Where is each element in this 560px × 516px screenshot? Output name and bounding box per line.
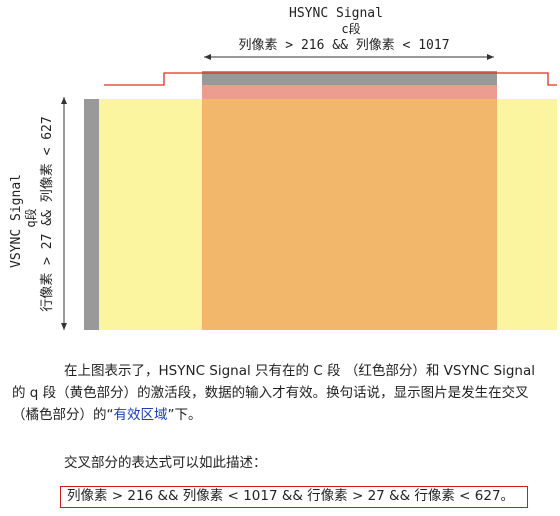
formula-intro: 交叉部分的表达式可以如此描述： <box>64 455 267 471</box>
formula-box: 列像素 > 216 && 列像素 < 1017 && 行像素 > 27 && 行… <box>60 486 528 508</box>
description-paragraph: 在上图表示了，HSYNC Signal 只有在的 C 段 （红色部分）和 VSY… <box>12 360 552 426</box>
valid-area-link[interactable]: 有效区域 <box>114 407 168 423</box>
hsync-span-arrow <box>204 54 494 60</box>
hsync-title: HSYNC Signal <box>289 6 383 21</box>
hsync-active-strip <box>202 85 497 99</box>
valid-area <box>202 99 497 330</box>
sync-diagram: HSYNC Signal c段 列像素 > 216 && 列像素 < 1017 … <box>9 6 557 330</box>
vsync-condition: 行像素 > 27 && 列像素 < 627 <box>40 116 55 311</box>
vsync-gray-bar <box>84 99 99 330</box>
description-text: 在上图表示了，HSYNC Signal 只有在的 C 段 （红色部分）和 VSY… <box>12 363 535 423</box>
description-text-end: ”下。 <box>167 407 202 423</box>
formula-text: 列像素 > 216 && 列像素 < 1017 && 行像素 > 27 && 行… <box>67 488 515 504</box>
hsync-condition: 列像素 > 216 && 列像素 < 1017 <box>238 38 449 53</box>
vsync-segment: q段 <box>23 208 38 227</box>
hsync-segment: c段 <box>341 21 360 36</box>
vsync-title: VSYNC Signal <box>9 174 24 268</box>
vsync-span-arrow <box>61 97 67 330</box>
